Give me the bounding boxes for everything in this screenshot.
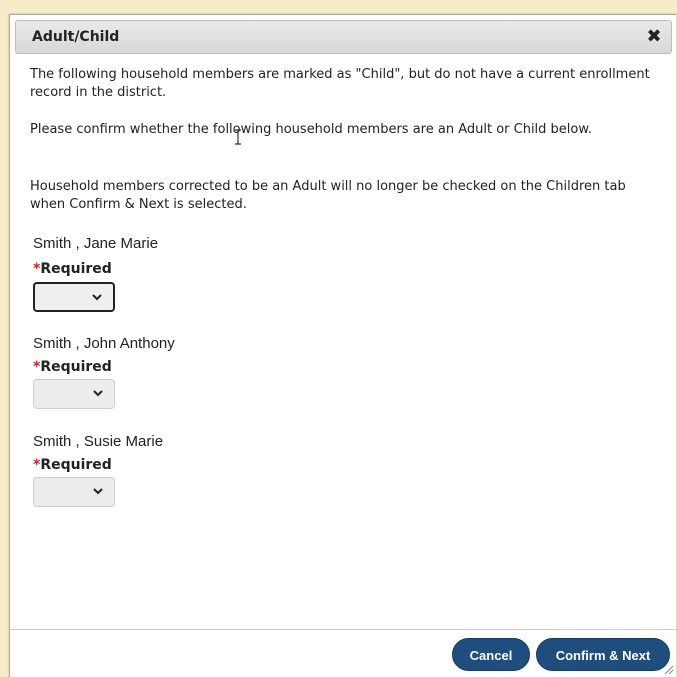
chevron-down-icon xyxy=(92,294,102,301)
dialog-title: Adult/Child xyxy=(32,29,120,45)
intro-paragraph: The following household members are mark… xyxy=(30,67,650,100)
adult-child-select-john[interactable] xyxy=(33,379,115,409)
cancel-button[interactable]: Cancel xyxy=(452,638,530,671)
confirm-paragraph: Please confirm whether the following hou… xyxy=(30,122,592,137)
chevron-down-icon xyxy=(93,488,103,495)
text-cursor-icon xyxy=(235,129,241,145)
adult-child-select-susie[interactable] xyxy=(33,477,115,507)
required-text: Required xyxy=(40,457,112,473)
required-text: Required xyxy=(40,359,112,375)
close-icon[interactable]: ✖ xyxy=(641,24,667,50)
member-name-john: Smith , John Anthony xyxy=(33,335,175,352)
dialog-titlebar[interactable]: Adult/Child ✖ xyxy=(15,20,672,54)
adult-child-select-jane[interactable] xyxy=(33,282,115,312)
confirm-next-button[interactable]: Confirm & Next xyxy=(536,638,670,671)
required-label-john: *Required xyxy=(33,359,112,375)
required-text: Required xyxy=(40,261,112,277)
chevron-down-icon xyxy=(93,390,103,397)
note-paragraph: Household members corrected to be an Adu… xyxy=(30,179,626,212)
member-name-jane: Smith , Jane Marie xyxy=(33,235,159,252)
adult-child-dialog: Adult/Child ✖ The following household me… xyxy=(9,14,677,677)
member-name-susie: Smith , Susie Marie xyxy=(33,433,164,450)
required-label-jane: *Required xyxy=(33,261,112,277)
footer-divider xyxy=(10,629,677,630)
required-label-susie: *Required xyxy=(33,457,112,473)
resize-grip-icon[interactable] xyxy=(662,663,674,675)
